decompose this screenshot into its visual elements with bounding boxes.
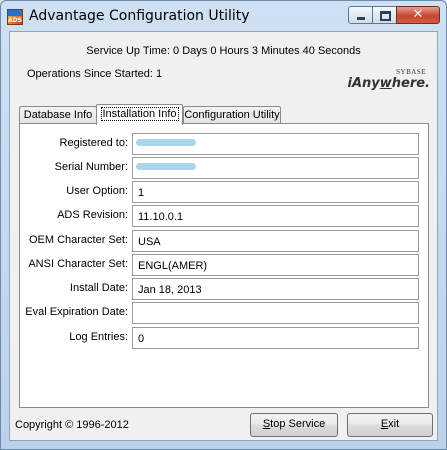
- field-eval-expiration-date: Eval Expiration Date:: [20, 302, 428, 324]
- field-install-date: Install Date: Jan 18, 2013: [20, 278, 428, 300]
- tab-configuration-utility[interactable]: Configuration Utility: [183, 106, 281, 124]
- field-label: Serial Number:: [54, 161, 128, 173]
- field-label: Registered to:: [59, 137, 128, 149]
- field-label: Log Entries:: [69, 331, 128, 343]
- user-option-value[interactable]: 1: [132, 181, 419, 203]
- installation-info-panel: Registered to: Serial Number: User Optio…: [19, 123, 429, 408]
- field-label: Eval Expiration Date:: [25, 306, 128, 318]
- copyright-text: Copyright © 1996-2012: [15, 419, 129, 431]
- ads-revision-value[interactable]: 11.10.0.1: [132, 205, 419, 227]
- serial-number-value[interactable]: [132, 157, 419, 179]
- app-window: ADS Advantage Configuration Utility ✕ Se…: [0, 0, 447, 450]
- registered-to-value[interactable]: [132, 133, 419, 155]
- close-icon: ✕: [412, 7, 424, 22]
- field-user-option: User Option: 1: [20, 181, 428, 203]
- field-label: ADS Revision:: [57, 209, 128, 221]
- field-label: Install Date:: [69, 282, 128, 294]
- maximize-button[interactable]: [372, 6, 397, 24]
- redaction-bar: [136, 139, 196, 146]
- minimize-button[interactable]: [348, 6, 373, 24]
- oem-character-set-value[interactable]: USA: [132, 230, 419, 252]
- operations-text: Operations Since Started: 1: [27, 68, 163, 80]
- client-area: Service Up Time: 0 Days 0 Hours 3 Minute…: [9, 31, 438, 441]
- logo-small-text: SYBASE: [396, 68, 426, 76]
- title-bar[interactable]: ADS Advantage Configuration Utility ✕: [1, 1, 446, 31]
- app-icon[interactable]: ADS: [7, 9, 23, 25]
- logo-big-text: iAnywhere.: [347, 76, 430, 91]
- caption-buttons: ✕: [348, 6, 440, 25]
- tab-installation-info[interactable]: Installation Info: [96, 104, 183, 125]
- exit-button[interactable]: Exit: [347, 413, 433, 437]
- window-title: Advantage Configuration Utility: [29, 8, 250, 24]
- field-ads-revision: ADS Revision: 11.10.0.1: [20, 205, 428, 227]
- maximize-icon: [380, 11, 391, 21]
- sybase-logo: SYBASE iAnywhere.: [347, 68, 432, 94]
- uptime-text: Service Up Time: 0 Days 0 Hours 3 Minute…: [86, 45, 361, 57]
- field-registered-to: Registered to:: [20, 133, 428, 155]
- field-label: OEM Character Set:: [28, 234, 128, 246]
- ansi-character-set-value[interactable]: ENGL(AMER): [132, 254, 419, 276]
- close-button[interactable]: ✕: [396, 6, 440, 24]
- log-entries-value[interactable]: 0: [132, 327, 419, 349]
- field-log-entries: Log Entries: 0: [20, 327, 428, 349]
- field-label: ANSI Character Set:: [28, 258, 128, 270]
- install-date-value[interactable]: Jan 18, 2013: [132, 278, 419, 300]
- field-serial-number: Serial Number:: [20, 157, 428, 179]
- tab-database-info[interactable]: Database Info: [19, 106, 97, 124]
- app-icon-text: ADS: [8, 17, 22, 24]
- eval-expiration-date-value[interactable]: [132, 302, 419, 324]
- redaction-bar: [136, 163, 196, 170]
- field-label: User Option:: [66, 185, 128, 197]
- minimize-icon: [357, 17, 365, 20]
- field-oem-character-set: OEM Character Set: USA: [20, 230, 428, 252]
- stop-service-button[interactable]: Stop Service: [250, 413, 338, 437]
- field-ansi-character-set: ANSI Character Set: ENGL(AMER): [20, 254, 428, 276]
